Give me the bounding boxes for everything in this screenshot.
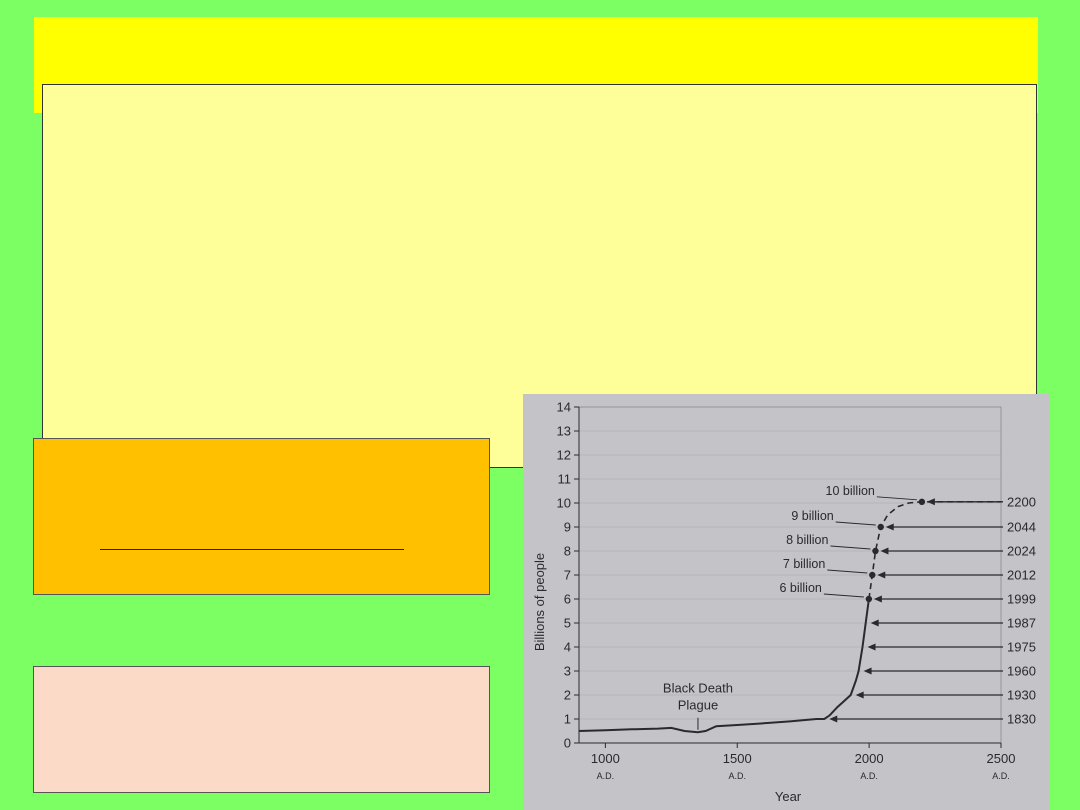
billion-marker-dot (869, 571, 876, 579)
y-tick-label: 12 (557, 448, 571, 463)
x-tick-era: A.D. (728, 771, 746, 781)
population-chart: 0 1 2 3 4 5 6 7 8 9 10 11 12 13 14 1000 A.D. 1500 A.D. 2000… (523, 394, 1050, 810)
milestone-arrowhead (926, 498, 935, 506)
milestone-arrowhead (873, 595, 882, 603)
milestone-arrowhead (863, 667, 872, 675)
milestone-arrowhead (870, 619, 879, 627)
y-tick-label: 2 (564, 688, 571, 703)
x-tick-label: 2000 (855, 751, 884, 766)
milestone-year-label: 2012 (1007, 568, 1036, 583)
billion-marker-leader (835, 521, 876, 526)
billion-marker-leader (823, 593, 864, 598)
y-tick-label: 0 (564, 736, 571, 751)
milestone-arrowhead (867, 643, 876, 651)
x-tick-label: 2500 (987, 751, 1016, 766)
milestone-arrowhead (829, 715, 838, 723)
y-tick-label: 6 (564, 592, 571, 607)
y-tick-label: 1 (564, 712, 571, 727)
milestone-year-label: 2024 (1007, 544, 1036, 559)
x-tick-label: 1500 (723, 751, 752, 766)
fill-in-blank-line (100, 549, 404, 550)
milestone-year-label: 1987 (1007, 616, 1036, 631)
billion-marker-leader (876, 496, 917, 501)
y-axis-label: Billions of people (532, 553, 547, 651)
milestone-arrowhead (855, 691, 864, 699)
x-axis-label: Year (775, 789, 802, 804)
y-tick-label: 4 (564, 640, 571, 655)
billion-marker-dot (877, 523, 884, 531)
milestone-year-label: 1930 (1007, 688, 1036, 703)
billion-marker-dot (918, 498, 926, 505)
annotation-line2: Plague (678, 697, 718, 712)
orange-text-box (33, 438, 490, 595)
billion-marker-dot (872, 547, 879, 555)
y-tick-label: 3 (564, 664, 571, 679)
billion-marker-leader (827, 569, 868, 574)
x-tick-era: A.D. (992, 771, 1010, 781)
y-tick-label: 8 (564, 544, 571, 559)
x-tick-era: A.D. (860, 771, 878, 781)
y-tick-label: 11 (558, 472, 572, 487)
y-tick-label: 9 (564, 520, 571, 535)
y-tick-label: 14 (557, 400, 571, 415)
billion-marker-label: 8 billion (786, 533, 828, 547)
milestone-year-label: 2044 (1007, 520, 1036, 535)
y-tick-label: 10 (557, 496, 571, 511)
milestone-arrowhead (877, 571, 886, 579)
billion-marker-label: 6 billion (779, 581, 821, 595)
peach-text-box (33, 666, 490, 793)
x-tick-era: A.D. (597, 771, 615, 781)
x-tick-label: 1000 (591, 751, 620, 766)
population-line-historical (578, 598, 870, 734)
milestone-year-label: 1999 (1007, 592, 1036, 607)
milestone-arrowhead (885, 523, 894, 531)
milestone-year-label: 1975 (1007, 640, 1036, 655)
y-tick-label: 13 (557, 424, 571, 439)
y-tick-label: 5 (564, 616, 571, 631)
billion-marker-label: 7 billion (783, 557, 825, 571)
milestone-arrowhead (880, 547, 889, 555)
y-tick-label: 7 (564, 568, 571, 583)
annotation-line1: Black Death (663, 681, 733, 696)
billion-marker-leader (830, 545, 871, 550)
milestone-year-label: 1960 (1007, 664, 1036, 679)
billion-marker-label: 10 billion (826, 484, 875, 498)
milestone-year-label: 2200 (1007, 494, 1036, 509)
chart-svg: 012345678910111213141000A.D.1500A.D.2000… (532, 400, 1036, 805)
billion-marker-label: 9 billion (791, 509, 833, 523)
billion-marker-dot (865, 595, 873, 603)
milestone-year-label: 1830 (1007, 712, 1036, 727)
